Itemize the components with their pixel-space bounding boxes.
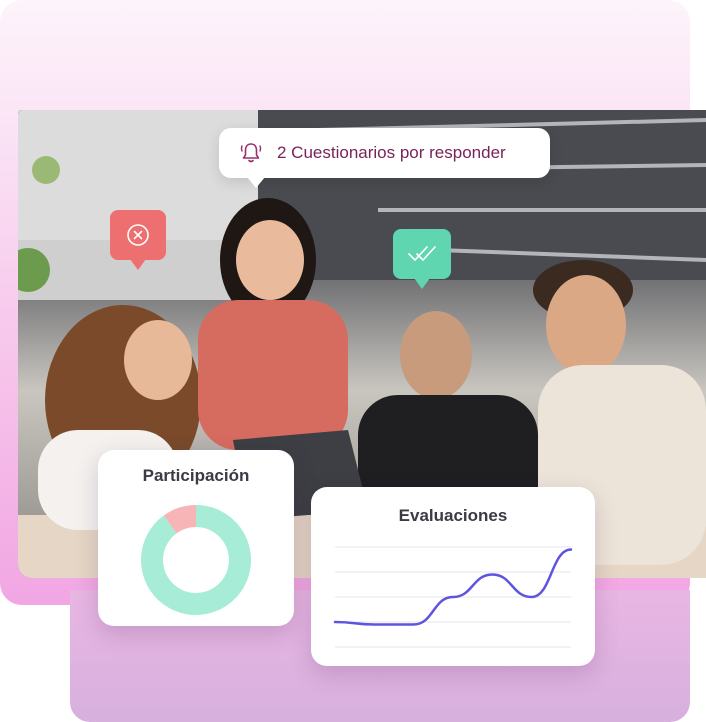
notification-bubble: 2 Cuestionarios por responder [219, 128, 550, 188]
double-check-icon [408, 246, 436, 261]
bell-icon [240, 143, 262, 163]
participation-card: Participación [98, 450, 294, 626]
evaluations-series-line [333, 548, 573, 626]
evaluations-card: Evaluaciones [311, 487, 595, 666]
evaluations-line-chart [333, 546, 573, 648]
approved-badge [393, 229, 451, 289]
donut-slice-1 [163, 505, 197, 534]
notification-text: 2 Cuestionarios por responder [277, 143, 506, 162]
participation-donut-chart [141, 505, 251, 615]
x-circle-icon [127, 224, 149, 246]
donut-slice-0 [141, 505, 251, 615]
rejected-badge [110, 210, 166, 270]
